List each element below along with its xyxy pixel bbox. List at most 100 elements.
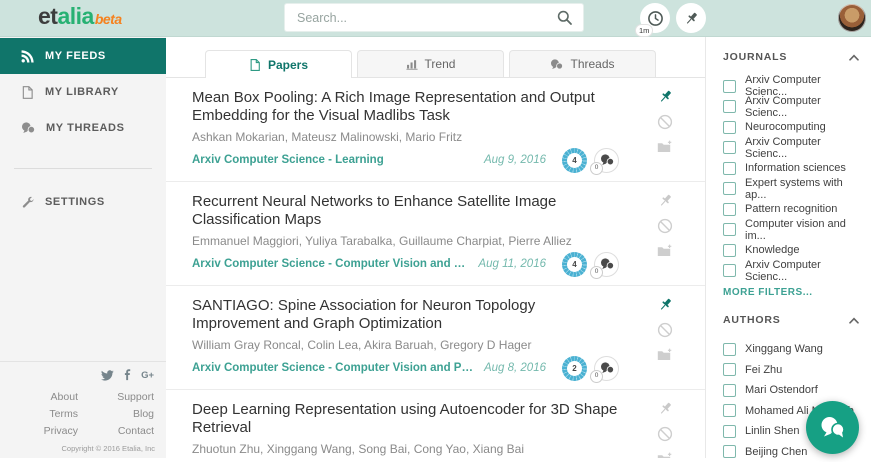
filter-label: Expert systems with ap... bbox=[745, 177, 859, 201]
paper-title[interactable]: Deep Learning Representation using Autoe… bbox=[192, 401, 619, 438]
checkbox[interactable] bbox=[723, 162, 736, 175]
tab-threads[interactable]: Threads bbox=[509, 50, 656, 77]
paper-title[interactable]: Mean Box Pooling: A Rich Image Represent… bbox=[192, 89, 619, 126]
add-to-library-icon[interactable] bbox=[657, 452, 673, 458]
more-filters-link[interactable]: MORE FILTERS... bbox=[723, 287, 859, 298]
tab-papers[interactable]: Papers bbox=[205, 50, 352, 78]
comments-button[interactable]: 0 bbox=[594, 356, 619, 381]
facebook-icon[interactable] bbox=[124, 369, 131, 381]
search-input[interactable] bbox=[295, 10, 557, 26]
pinned-papers-button[interactable] bbox=[676, 3, 706, 33]
filter-item[interactable]: Computer vision and im... bbox=[723, 220, 859, 241]
main-content: Papers Trend Threads Mean Box Pooling: A… bbox=[166, 36, 705, 458]
filter-item[interactable]: Mari Ostendorf bbox=[723, 380, 859, 401]
paper-journal-link[interactable]: Arxiv Computer Science - Learning bbox=[192, 154, 384, 166]
paper-authors: Zhuotun Zhu, Xinggang Wang, Song Bai, Co… bbox=[192, 442, 619, 456]
filter-item[interactable]: Arxiv Computer Scienc... bbox=[723, 76, 859, 97]
paper-meta: Arxiv Computer Science - Computer Vision… bbox=[192, 251, 619, 278]
footer-link-terms[interactable]: Terms bbox=[0, 408, 78, 420]
filter-item[interactable]: Expert systems with ap... bbox=[723, 179, 859, 200]
comments-button[interactable]: 0 bbox=[594, 148, 619, 173]
footer-links: About Support Terms Blog Privacy Contact bbox=[0, 391, 166, 437]
filter-item[interactable]: Arxiv Computer Scienc... bbox=[723, 261, 859, 282]
nav-divider bbox=[14, 168, 152, 169]
filter-item[interactable]: Information sciences bbox=[723, 158, 859, 179]
comments-button[interactable]: 0 bbox=[594, 252, 619, 277]
footer-link-blog[interactable]: Blog bbox=[78, 408, 154, 420]
main-nav: MY FEEDS MY LIBRARY MY THREADS SETTINGS bbox=[0, 36, 166, 220]
checkbox[interactable] bbox=[723, 100, 736, 113]
filter-item[interactable]: Knowledge bbox=[723, 240, 859, 261]
search-bar[interactable] bbox=[285, 4, 583, 31]
paper-actions bbox=[655, 401, 675, 458]
sidebar-item-my-threads[interactable]: MY THREADS bbox=[0, 110, 166, 146]
footer-link-support[interactable]: Support bbox=[78, 391, 154, 403]
search-icon[interactable] bbox=[557, 10, 573, 26]
checkbox[interactable] bbox=[723, 182, 736, 195]
checkbox[interactable] bbox=[723, 363, 736, 376]
google-plus-icon[interactable]: G+ bbox=[141, 370, 154, 381]
twitter-icon[interactable] bbox=[101, 370, 114, 381]
footer-link-about[interactable]: About bbox=[0, 391, 78, 403]
filter-label: Beijing Chen bbox=[745, 446, 807, 458]
pin-icon[interactable] bbox=[658, 297, 673, 312]
pin-icon[interactable] bbox=[658, 89, 673, 104]
etalia-logo[interactable]: etaliabeta bbox=[38, 3, 122, 30]
filter-label: Fei Zhu bbox=[745, 364, 782, 376]
paper-title[interactable]: Recurrent Neural Networks to Enhance Sat… bbox=[192, 193, 619, 230]
paper-journal-link[interactable]: Arxiv Computer Science - Computer Vision… bbox=[192, 362, 474, 374]
sidebar-item-my-library[interactable]: MY LIBRARY bbox=[0, 74, 166, 110]
logo-part2: alia bbox=[57, 3, 93, 29]
sidebar-item-settings[interactable]: SETTINGS bbox=[0, 184, 166, 220]
relevance-donut[interactable]: 2 bbox=[562, 356, 587, 381]
checkbox[interactable] bbox=[723, 203, 736, 216]
chevron-up-icon[interactable] bbox=[849, 317, 859, 324]
file-icon bbox=[249, 59, 261, 71]
filter-item[interactable]: Arxiv Computer Scienc... bbox=[723, 97, 859, 118]
chevron-up-icon[interactable] bbox=[849, 54, 859, 61]
ban-icon[interactable] bbox=[657, 426, 673, 442]
pin-icon[interactable] bbox=[658, 193, 673, 208]
paper-journal-link[interactable]: Arxiv Computer Science - Computer Vision… bbox=[192, 258, 468, 270]
sidebar-item-my-feeds[interactable]: MY FEEDS bbox=[0, 38, 166, 74]
filter-item[interactable]: Xinggang Wang bbox=[723, 339, 859, 360]
checkbox[interactable] bbox=[723, 384, 736, 397]
footer-link-privacy[interactable]: Privacy bbox=[0, 425, 78, 437]
checkbox[interactable] bbox=[723, 264, 736, 277]
checkbox[interactable] bbox=[723, 223, 736, 236]
checkbox[interactable] bbox=[723, 244, 736, 257]
relevance-donut[interactable]: 4 bbox=[562, 148, 587, 173]
ban-icon[interactable] bbox=[657, 218, 673, 234]
checkbox[interactable] bbox=[723, 445, 736, 458]
add-to-library-icon[interactable] bbox=[657, 348, 673, 362]
filter-label: Neurocomputing bbox=[745, 121, 826, 133]
filter-item[interactable]: Arxiv Computer Scienc... bbox=[723, 138, 859, 159]
footer-link-contact[interactable]: Contact bbox=[78, 425, 154, 437]
user-avatar[interactable] bbox=[838, 4, 866, 32]
checkbox[interactable] bbox=[723, 425, 736, 438]
add-to-library-icon[interactable] bbox=[657, 140, 673, 154]
filter-label: Linlin Shen bbox=[745, 425, 799, 437]
paper-date: Aug 11, 2016 bbox=[468, 258, 546, 270]
pin-icon[interactable] bbox=[658, 401, 673, 416]
history-clock-button[interactable]: 1m bbox=[640, 3, 670, 33]
paper-meta: Arxiv Computer Science - Computer Vision… bbox=[192, 355, 619, 382]
paper-authors: Ashkan Mokarian, Mateusz Malinowski, Mar… bbox=[192, 130, 619, 144]
paper-title[interactable]: SANTIAGO: Spine Association for Neuron T… bbox=[192, 297, 619, 334]
filter-label: Xinggang Wang bbox=[745, 343, 823, 355]
tab-trend[interactable]: Trend bbox=[357, 50, 504, 77]
checkbox[interactable] bbox=[723, 404, 736, 417]
filter-item[interactable]: Fei Zhu bbox=[723, 360, 859, 381]
chat-support-button[interactable] bbox=[806, 401, 859, 454]
relevance-donut[interactable]: 4 bbox=[562, 252, 587, 277]
checkbox[interactable] bbox=[723, 141, 736, 154]
ban-icon[interactable] bbox=[657, 322, 673, 338]
filter-item[interactable]: Pattern recognition bbox=[723, 199, 859, 220]
checkbox[interactable] bbox=[723, 80, 736, 93]
ban-icon[interactable] bbox=[657, 114, 673, 130]
file-icon bbox=[21, 86, 34, 99]
checkbox[interactable] bbox=[723, 121, 736, 134]
checkbox[interactable] bbox=[723, 343, 736, 356]
filter-item[interactable]: Neurocomputing bbox=[723, 117, 859, 138]
add-to-library-icon[interactable] bbox=[657, 244, 673, 258]
